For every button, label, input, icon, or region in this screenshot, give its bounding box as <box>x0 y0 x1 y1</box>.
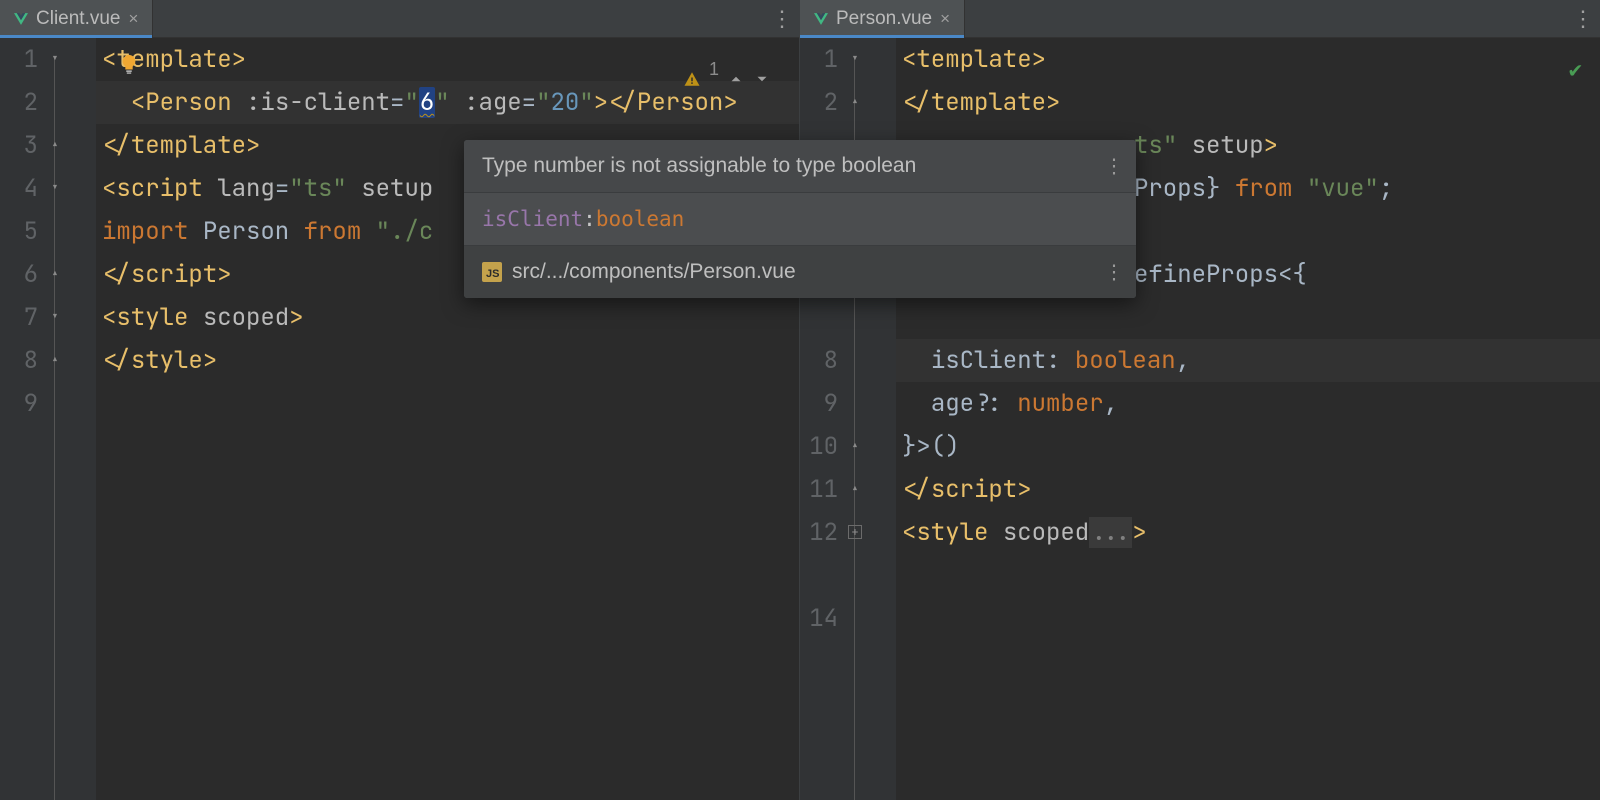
tab-person-vue[interactable]: Person.vue × <box>800 0 965 37</box>
tab-overflow-menu[interactable]: ⋮ <box>1566 0 1600 37</box>
lineno: 8 <box>800 339 838 382</box>
lineno: 2 <box>800 81 838 124</box>
lineno: 8 <box>0 339 38 382</box>
tooltip-type: boolean <box>596 207 685 231</box>
lineno: 5 <box>0 210 38 253</box>
error-token[interactable]: 6 <box>419 87 435 118</box>
fold-toggle-icon[interactable]: ▴ <box>848 482 862 496</box>
js-file-icon: JS <box>482 262 502 282</box>
tab-client-vue[interactable]: Client.vue × <box>0 0 153 37</box>
ok-check-icon[interactable]: ✔ <box>1569 48 1582 91</box>
code-line[interactable]: </style> <box>102 339 799 382</box>
fold-column: ▾ ▴ ▾ ▴ ▾ ▴ <box>46 38 96 800</box>
tooltip-message-row: Type number is not assignable to type bo… <box>464 140 1136 192</box>
editor-pane-right: Person.vue × ⋮ 1 2 8 9 10 11 <box>800 0 1600 800</box>
close-icon[interactable]: × <box>940 10 950 27</box>
fold-toggle-icon[interactable]: ▴ <box>48 267 62 281</box>
tab-bar-right: Person.vue × ⋮ <box>800 0 1600 38</box>
fold-toggle-icon[interactable]: ▾ <box>48 181 62 195</box>
fold-toggle-icon[interactable]: ▴ <box>848 439 862 453</box>
code-line[interactable] <box>902 296 1600 339</box>
lineno: 11 <box>800 468 838 511</box>
code-line[interactable]: <style scoped...> <box>902 511 1600 554</box>
prev-highlight-icon[interactable] <box>727 61 745 79</box>
tooltip-message: Type number is not assignable to type bo… <box>482 154 916 178</box>
vue-logo-icon <box>814 12 828 26</box>
tab-label: Person.vue <box>836 8 932 30</box>
tooltip-actions-icon[interactable]: ⋮ <box>1104 154 1124 179</box>
code-line[interactable]: </script> <box>902 468 1600 511</box>
tab-label: Client.vue <box>36 8 121 30</box>
tooltip-location-row[interactable]: JS src/.../components/Person.vue ⋮ <box>464 246 1136 298</box>
gutter-left: 1 2 3 4 5 6 7 8 9 ▾ ▴ ▾ ▴ ▾ ▴ <box>0 38 96 800</box>
tooltip-param: isClient <box>482 207 583 231</box>
fold-expand-icon[interactable]: + <box>848 525 862 539</box>
warning-icon <box>683 61 701 79</box>
code-line[interactable]: </template> <box>902 81 1600 124</box>
code-line[interactable]: }>() <box>902 425 1600 468</box>
inspection-widget[interactable]: 1 <box>683 48 771 91</box>
code-line[interactable]: isClient: boolean, <box>902 339 1600 382</box>
fold-toggle-icon[interactable]: ▾ <box>48 52 62 66</box>
code-line[interactable] <box>102 382 799 425</box>
lineno: 9 <box>800 382 838 425</box>
inspection-tooltip: Type number is not assignable to type bo… <box>464 140 1136 298</box>
tooltip-signature-row: isClient: boolean <box>464 193 1136 245</box>
lineno: 12 <box>800 511 838 554</box>
lineno: 3 <box>0 124 38 167</box>
vue-logo-icon <box>14 12 28 26</box>
code-line[interactable]: age?: number, <box>902 382 1600 425</box>
intention-bulb-icon[interactable] <box>118 46 140 68</box>
lineno: 7 <box>0 296 38 339</box>
code-line[interactable] <box>902 554 1600 597</box>
editor-pane-left: Client.vue × ⋮ 1 2 3 4 5 6 7 8 9 <box>0 0 800 800</box>
lineno: 1 <box>800 38 838 81</box>
svg-text:JS: JS <box>486 268 499 280</box>
lineno: 4 <box>0 167 38 210</box>
tooltip-location: src/.../components/Person.vue <box>512 260 796 284</box>
tooltip-actions-icon[interactable]: ⋮ <box>1104 260 1124 285</box>
lineno: 6 <box>0 253 38 296</box>
lineno <box>800 296 838 339</box>
fold-toggle-icon[interactable]: ▾ <box>848 52 862 66</box>
fold-toggle-icon[interactable]: ▾ <box>48 310 62 324</box>
tab-overflow-menu[interactable]: ⋮ <box>765 0 799 37</box>
line-numbers: 1 2 3 4 5 6 7 8 9 <box>0 38 46 800</box>
folded-placeholder[interactable]: ... <box>1089 517 1132 548</box>
lineno: 10 <box>800 425 838 468</box>
fold-toggle-icon[interactable]: ▴ <box>48 138 62 152</box>
lineno: 1 <box>0 38 38 81</box>
next-highlight-icon[interactable] <box>753 61 771 79</box>
fold-toggle-icon[interactable]: ▴ <box>848 95 862 109</box>
lineno <box>800 554 838 597</box>
lineno: 14 <box>800 597 838 640</box>
fold-toggle-icon[interactable]: ▴ <box>48 353 62 367</box>
code-line[interactable]: <style scoped> <box>102 296 799 339</box>
code-line[interactable]: <template> <box>902 38 1600 81</box>
code-line[interactable] <box>902 597 1600 640</box>
tab-bar-left: Client.vue × ⋮ <box>0 0 799 38</box>
warning-count: 1 <box>709 48 719 91</box>
lineno: 2 <box>0 81 38 124</box>
lineno: 9 <box>0 382 38 425</box>
close-icon[interactable]: × <box>129 10 139 27</box>
split-editor: Client.vue × ⋮ 1 2 3 4 5 6 7 8 9 <box>0 0 1600 800</box>
